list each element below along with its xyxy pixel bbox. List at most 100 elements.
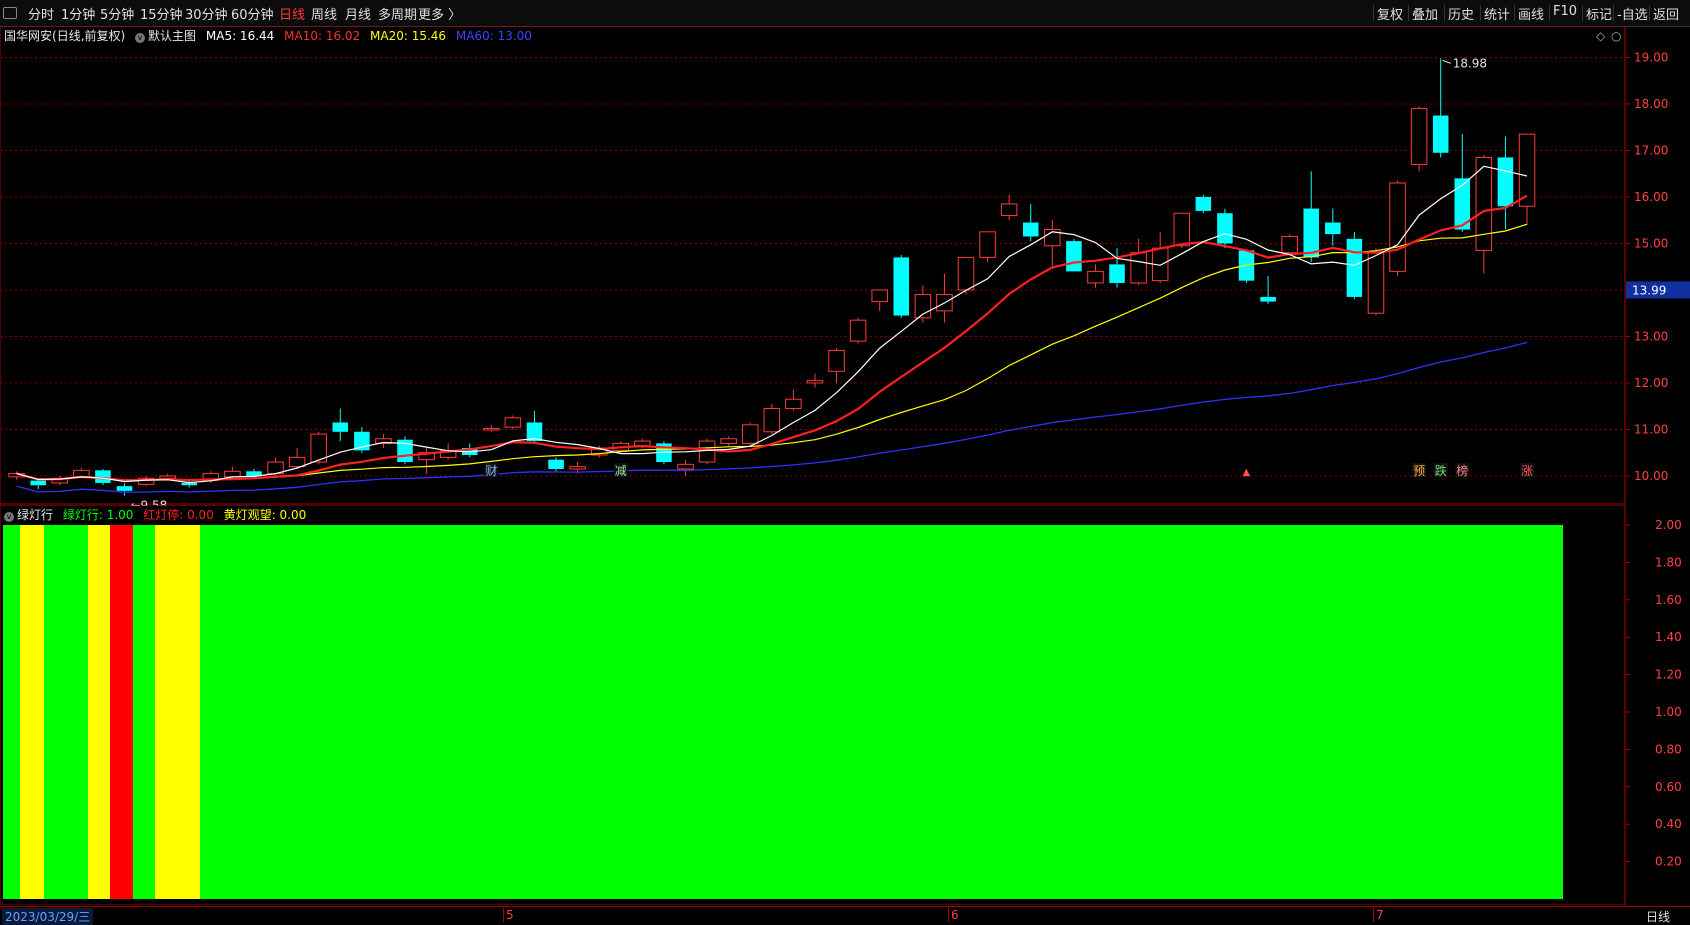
candle-body (1130, 252, 1147, 284)
toolbar-button-2[interactable]: 历史 (1448, 4, 1474, 23)
toolbar-button-6[interactable]: 标记 (1586, 4, 1612, 23)
candle[interactable] (871, 289, 888, 311)
period-tab-9[interactable]: 多周期 (378, 4, 417, 23)
candle-body (483, 428, 500, 431)
candle[interactable] (1410, 106, 1428, 172)
event-marker[interactable]: 财 (485, 464, 497, 478)
candle[interactable] (116, 482, 133, 496)
toolbar-separator (1444, 5, 1445, 21)
candle-body (548, 459, 564, 469)
toolbar-button-3[interactable]: 统计 (1484, 4, 1510, 23)
candle[interactable] (979, 231, 996, 263)
candle[interactable] (375, 434, 392, 449)
cursor-date: 2023/03/29/三 (2, 908, 94, 925)
toolbar-button-0[interactable]: 复权 (1377, 4, 1403, 23)
window-menu-icon[interactable] (3, 7, 17, 19)
candle[interactable] (397, 436, 413, 465)
candle[interactable] (483, 424, 500, 432)
candle[interactable] (310, 431, 327, 465)
candle[interactable] (548, 457, 564, 472)
event-marker[interactable]: 涨 (1521, 463, 1533, 478)
diamond-icon[interactable]: ◇ (1596, 29, 1606, 43)
candle[interactable] (1389, 180, 1406, 276)
candle-body (504, 417, 522, 428)
candle[interactable] (806, 373, 824, 388)
event-marker[interactable]: 减 (615, 464, 627, 478)
candle[interactable] (741, 422, 759, 446)
period-tab-1[interactable]: 1分钟 (61, 4, 95, 23)
toolbar-separator (1549, 5, 1550, 21)
toolbar-button-4[interactable]: 画线 (1518, 4, 1544, 23)
toolbar-separator (1582, 5, 1583, 21)
candle-body (871, 289, 888, 303)
toolbar-button-1[interactable]: 叠加 (1412, 4, 1438, 23)
candle[interactable] (1281, 234, 1298, 256)
period-label[interactable]: 日线 (1646, 908, 1670, 925)
candle[interactable] (893, 255, 910, 318)
candle[interactable] (1044, 220, 1061, 270)
candlestick-chart[interactable]: 19.00 18.00 17.00 16.00 15.00 13.00 12.00 11.00… (0, 26, 1690, 506)
candle[interactable] (1195, 194, 1212, 214)
candle[interactable] (720, 436, 737, 446)
candle[interactable] (763, 403, 781, 435)
red-light-band (110, 525, 133, 899)
event-marker[interactable]: 榜 (1456, 463, 1468, 478)
candle[interactable] (698, 438, 716, 465)
month-tick-7: 7 (1373, 908, 1384, 922)
candle[interactable] (849, 317, 867, 344)
candle[interactable] (1518, 133, 1536, 225)
candle[interactable] (1022, 203, 1039, 242)
circle-icon[interactable]: ○ (1611, 29, 1621, 43)
candle[interactable] (1217, 208, 1233, 249)
candle[interactable] (1432, 58, 1449, 158)
candle[interactable] (418, 448, 435, 474)
indicator-tick-label: 0.40 (1655, 817, 1682, 831)
period-tab-7[interactable]: 周线 (311, 4, 337, 23)
candle-body (1410, 108, 1428, 165)
price-tick-label: 19.00 (1634, 50, 1668, 64)
candle[interactable] (51, 475, 69, 486)
candle[interactable] (332, 408, 349, 442)
toolbar-button-5[interactable]: F10 (1553, 4, 1577, 19)
period-tab-10[interactable]: 更多 〉 (418, 4, 461, 23)
candle[interactable] (1087, 264, 1104, 288)
candle[interactable] (785, 389, 802, 411)
period-tab-5[interactable]: 60分钟 (231, 4, 274, 23)
candle[interactable] (957, 256, 975, 295)
candle-body (569, 466, 586, 470)
candle[interactable] (936, 273, 953, 323)
event-marker[interactable]: 跌 (1435, 463, 1447, 478)
candle-body (785, 398, 802, 410)
candle-body (1022, 222, 1039, 237)
event-marker[interactable]: 预 (1413, 464, 1425, 478)
indicator-tick-label: 1.60 (1655, 593, 1682, 607)
period-tab-3[interactable]: 15分钟 (140, 4, 183, 23)
price-tick-label: 16.00 (1634, 190, 1668, 204)
candle[interactable] (504, 415, 522, 430)
candle-body (1260, 296, 1276, 302)
candle-body (806, 380, 824, 384)
candle[interactable] (1325, 208, 1341, 246)
period-tab-2[interactable]: 5分钟 (100, 4, 134, 23)
candle-body (957, 256, 975, 291)
candle[interactable] (1151, 231, 1169, 283)
candle[interactable] (1000, 194, 1018, 221)
toolbar-button-7[interactable]: -自选 (1617, 4, 1648, 23)
candle-body (763, 408, 781, 433)
traffic-light-indicator-chart[interactable]: 2.00 1.80 1.60 1.40 1.20 1.00 0.80 0.60 0.40 0.20 (0, 505, 1690, 905)
candle[interactable] (828, 348, 845, 383)
candle[interactable] (677, 459, 694, 476)
candle-body (1518, 133, 1536, 207)
candle[interactable] (1454, 134, 1471, 232)
period-tab-0[interactable]: 分时 (28, 4, 54, 23)
period-tab-6[interactable]: 日线 (279, 4, 305, 23)
candle[interactable] (914, 285, 932, 323)
ma20-line (16, 223, 1528, 481)
period-tab-4[interactable]: 30分钟 (185, 4, 228, 23)
toolbar-button-8[interactable]: 返回 (1653, 4, 1679, 23)
candle[interactable] (1303, 171, 1320, 263)
candle[interactable] (1066, 238, 1082, 272)
candle-body (893, 257, 910, 316)
period-tab-8[interactable]: 月线 (345, 4, 371, 23)
candle[interactable] (1260, 276, 1276, 304)
